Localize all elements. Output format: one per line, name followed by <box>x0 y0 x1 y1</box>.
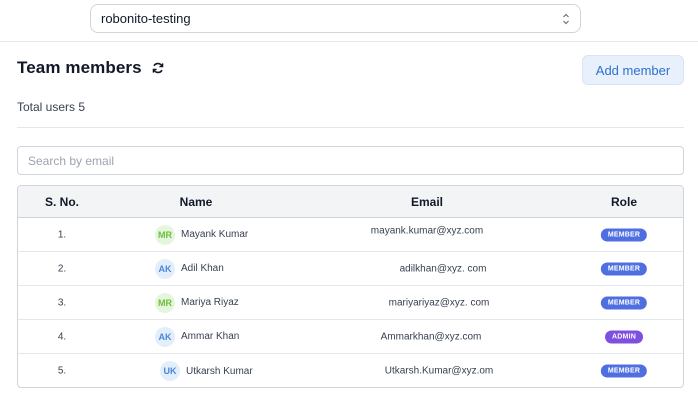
search-email-input[interactable] <box>17 146 684 175</box>
avatar: MR <box>155 292 175 313</box>
member-email: Utkarsh.Kumar@xyz.om <box>384 365 494 377</box>
column-header-email: Email <box>410 194 444 209</box>
row-sno: 1. <box>57 229 67 240</box>
table-row[interactable]: 5. UK Utkarsh Kumar Utkarsh.Kumar@xyz.om… <box>18 354 683 387</box>
role-badge: MEMBER <box>600 296 648 309</box>
row-sno: 4. <box>57 331 67 342</box>
chevron-up-down-icon <box>563 13 569 25</box>
member-name-cell: UK Utkarsh Kumar <box>160 361 253 381</box>
avatar: AK <box>155 258 175 279</box>
table-row[interactable]: 2. AK Adil Khan adilkhan@xyz. com MEMBER <box>18 252 683 286</box>
member-email: adilkhan@xyz. com <box>399 263 487 274</box>
organization-select-value: robonito-testing <box>101 11 191 26</box>
member-name: Mayank Kumar <box>181 229 249 240</box>
title-row: Team members <box>17 58 165 78</box>
avatar: MR <box>155 224 175 245</box>
avatar: UK <box>160 361 180 381</box>
member-name: Ammar Khan <box>181 331 240 342</box>
member-name: Adil Khan <box>181 263 224 274</box>
role-badge: MEMBER <box>600 262 648 275</box>
member-email: mariyariyaz@xyz. com <box>388 297 490 308</box>
table-row[interactable]: 1. MR Mayank Kumar mayank.kumar@xyz.com … <box>18 218 683 252</box>
total-users: Total users 5 <box>17 100 86 114</box>
table-row[interactable]: 3. MR Mariya Riyaz mariyariyaz@xyz. com … <box>18 286 683 320</box>
organization-select[interactable]: robonito-testing <box>90 4 581 33</box>
add-member-button[interactable]: Add member <box>582 55 684 85</box>
column-header-role: Role <box>610 194 638 209</box>
table-header: S. No. Name Email Role <box>18 186 683 218</box>
column-header-sno: S. No. <box>44 194 80 209</box>
refresh-icon[interactable] <box>151 61 165 75</box>
member-name-cell: MR Mayank Kumar <box>155 224 249 245</box>
member-name-cell: AK Adil Khan <box>155 258 224 279</box>
column-header-name: Name <box>179 194 213 209</box>
row-sno: 3. <box>57 297 67 308</box>
member-email: mayank.kumar@xyz.com <box>370 225 484 236</box>
member-name-cell: AK Ammar Khan <box>155 326 240 347</box>
table-row[interactable]: 4. AK Ammar Khan Ammarkhan@xyz.com ADMIN <box>18 320 683 354</box>
members-table: S. No. Name Email Role 1. MR Mayank Kuma… <box>17 185 684 388</box>
row-sno: 5. <box>57 365 67 377</box>
avatar: AK <box>155 326 175 347</box>
divider <box>17 127 684 128</box>
role-badge: MEMBER <box>600 228 648 241</box>
page-title: Team members <box>17 58 142 77</box>
member-email: Ammarkhan@xyz.com <box>380 331 482 342</box>
role-badge: MEMBER <box>600 364 648 378</box>
row-sno: 2. <box>57 263 67 274</box>
role-badge: ADMIN <box>605 330 643 343</box>
top-bar: robonito-testing <box>0 0 698 42</box>
member-name: Mariya Riyaz <box>181 297 239 308</box>
member-name-cell: MR Mariya Riyaz <box>155 292 239 313</box>
member-name: Utkarsh Kumar <box>186 365 253 377</box>
